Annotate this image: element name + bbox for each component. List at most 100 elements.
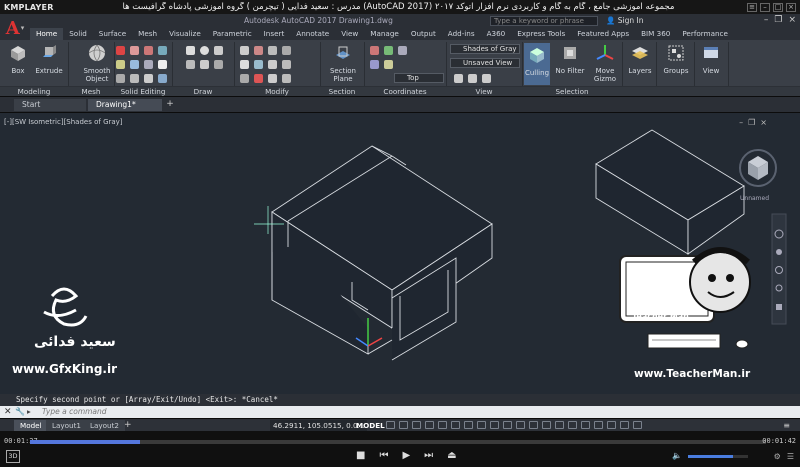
named-view-dropdown[interactable]: Unsaved View [450, 58, 520, 68]
osnap-tracking-icon[interactable] [451, 421, 460, 429]
ribbon-tab-featured-apps[interactable]: Featured Apps [571, 28, 635, 40]
section-plane-button[interactable]: Section Plane [326, 43, 360, 83]
customization-icon[interactable]: ≡ [783, 420, 794, 431]
ortho-icon[interactable] [412, 421, 421, 429]
close-command-icon[interactable]: ✕ [4, 406, 12, 418]
rectangle-icon[interactable] [186, 60, 195, 69]
ribbon-tab-visualize[interactable]: Visualize [163, 28, 207, 40]
acad-search-input[interactable]: Type a keyword or phrase [490, 16, 598, 26]
model-space-button[interactable]: MODEL [356, 420, 385, 431]
group-label-modify[interactable]: Modify [234, 86, 320, 96]
ribbon-tab-express-tools[interactable]: Express Tools [511, 28, 571, 40]
add-tab-icon[interactable]: + [164, 99, 176, 110]
polyline-icon[interactable] [214, 46, 223, 55]
viewport-controls-label[interactable]: [-][SW Isometric][Shades of Gray] [4, 118, 123, 126]
offset-icon[interactable] [282, 74, 291, 83]
ucs-view-icon[interactable] [370, 60, 379, 69]
viewcube[interactable] [739, 149, 777, 187]
solid-edit-icon[interactable] [158, 74, 167, 83]
solid-edit-icon[interactable] [158, 46, 167, 55]
workspace-icon[interactable] [542, 421, 551, 429]
polar-icon[interactable] [425, 421, 434, 429]
ribbon-tab-mesh[interactable]: Mesh [132, 28, 163, 40]
units-icon[interactable] [568, 421, 577, 429]
grid-icon[interactable] [386, 421, 395, 429]
command-line[interactable]: ✕ 🔧 ▸ Type a command [0, 406, 800, 418]
mesh-tool-icon[interactable] [116, 60, 125, 69]
group-label-coordinates[interactable]: Coordinates [364, 86, 446, 96]
fillet-icon[interactable] [254, 60, 263, 69]
hardware-acceleration-icon[interactable] [620, 421, 629, 429]
isodraft-icon[interactable] [438, 421, 447, 429]
showmotion-icon[interactable] [776, 304, 782, 310]
ribbon-tab-a360[interactable]: A360 [481, 28, 512, 40]
layout-tab-layout2[interactable]: Layout2 [84, 420, 126, 431]
drawing-area[interactable]: Unnamed [0, 113, 800, 394]
ribbon-tab-annotate[interactable]: Annotate [290, 28, 335, 40]
rotate-icon[interactable] [254, 46, 263, 55]
lineweight-icon[interactable] [490, 421, 499, 429]
group-label-modeling[interactable]: Modeling [0, 86, 68, 96]
move-gizmo-button[interactable]: Move Gizmo [590, 43, 620, 83]
culling-button[interactable]: Culling [524, 43, 550, 85]
player-logo[interactable]: KMPLAYER [0, 3, 53, 12]
no-filter-button[interactable]: No Filter [554, 43, 586, 75]
layers-button[interactable]: Layers [626, 43, 654, 75]
solid-edit-icon[interactable] [130, 46, 139, 55]
view-tool-icon[interactable] [454, 74, 463, 83]
application-menu-button[interactable]: A ▾ [0, 14, 30, 42]
ribbon-tab-manage[interactable]: Manage [364, 28, 405, 40]
acad-close-icon[interactable]: × [788, 15, 796, 25]
visual-style-dropdown[interactable]: Shades of Gray [450, 44, 520, 54]
smooth-object-button[interactable]: Smooth Object [82, 43, 112, 83]
layout-tab-model[interactable]: Model [14, 420, 48, 431]
lock-ui-icon[interactable] [594, 421, 603, 429]
quick-properties-icon[interactable] [581, 421, 590, 429]
box-button[interactable]: Box [6, 43, 30, 75]
snap-icon[interactable] [399, 421, 408, 429]
ribbon-tab-output[interactable]: Output [405, 28, 442, 40]
clean-screen-icon[interactable] [633, 421, 642, 429]
vp-restore-icon[interactable]: ❐ [748, 118, 760, 127]
group-label-draw[interactable]: Draw [172, 86, 234, 96]
play-icon[interactable]: ▶ [402, 450, 410, 461]
osnap-icon[interactable] [464, 421, 473, 429]
ribbon-tab-solid[interactable]: Solid [63, 28, 93, 40]
stop-icon[interactable]: ■ [356, 450, 365, 461]
doc-tab-start[interactable]: Start [14, 99, 86, 111]
group-label-view[interactable]: View [446, 86, 522, 96]
player-volume-slider[interactable] [688, 455, 748, 458]
mesh-tool-icon[interactable] [116, 46, 125, 55]
trim-icon[interactable] [268, 46, 277, 55]
annotation-scale-icon[interactable] [529, 421, 538, 429]
player-maximize-icon[interactable]: □ [773, 2, 783, 12]
player-playlist-icon[interactable]: ☰ [787, 452, 794, 461]
array-icon[interactable] [240, 74, 249, 83]
ucs-world-icon[interactable] [384, 46, 393, 55]
viewcube-ucs-label[interactable]: Unnamed [740, 195, 769, 202]
explode-icon[interactable] [268, 74, 277, 83]
view-button[interactable]: View [698, 43, 724, 75]
extrude-button[interactable]: Extrude [34, 43, 64, 75]
command-input[interactable]: Type a command [42, 406, 107, 418]
ribbon-tab-view[interactable]: View [335, 28, 364, 40]
solid-edit-icon[interactable] [144, 74, 153, 83]
copy-icon[interactable] [282, 46, 291, 55]
scale-icon[interactable] [282, 60, 291, 69]
mesh-tool-icon[interactable] [116, 74, 125, 83]
solid-edit-icon[interactable] [144, 60, 153, 69]
coordinates-readout[interactable]: 46.2911, 105.0515, 0.0... [270, 420, 368, 431]
player-minimize-icon[interactable]: – [760, 2, 770, 12]
solid-edit-icon[interactable] [158, 60, 167, 69]
selection-cycling-icon[interactable] [516, 421, 525, 429]
line-icon[interactable] [186, 46, 195, 55]
transparency-icon[interactable] [503, 421, 512, 429]
ucs-origin-icon[interactable] [398, 46, 407, 55]
groups-button[interactable]: Groups [660, 43, 692, 75]
player-3d-button[interactable]: 3D [6, 450, 20, 463]
player-menu-icon[interactable]: ≡ [747, 2, 757, 12]
mirror-icon[interactable] [240, 60, 249, 69]
player-seek-bar[interactable] [30, 440, 766, 444]
vp-minimize-icon[interactable]: – [739, 118, 748, 127]
3d-osnap-icon[interactable] [477, 421, 486, 429]
